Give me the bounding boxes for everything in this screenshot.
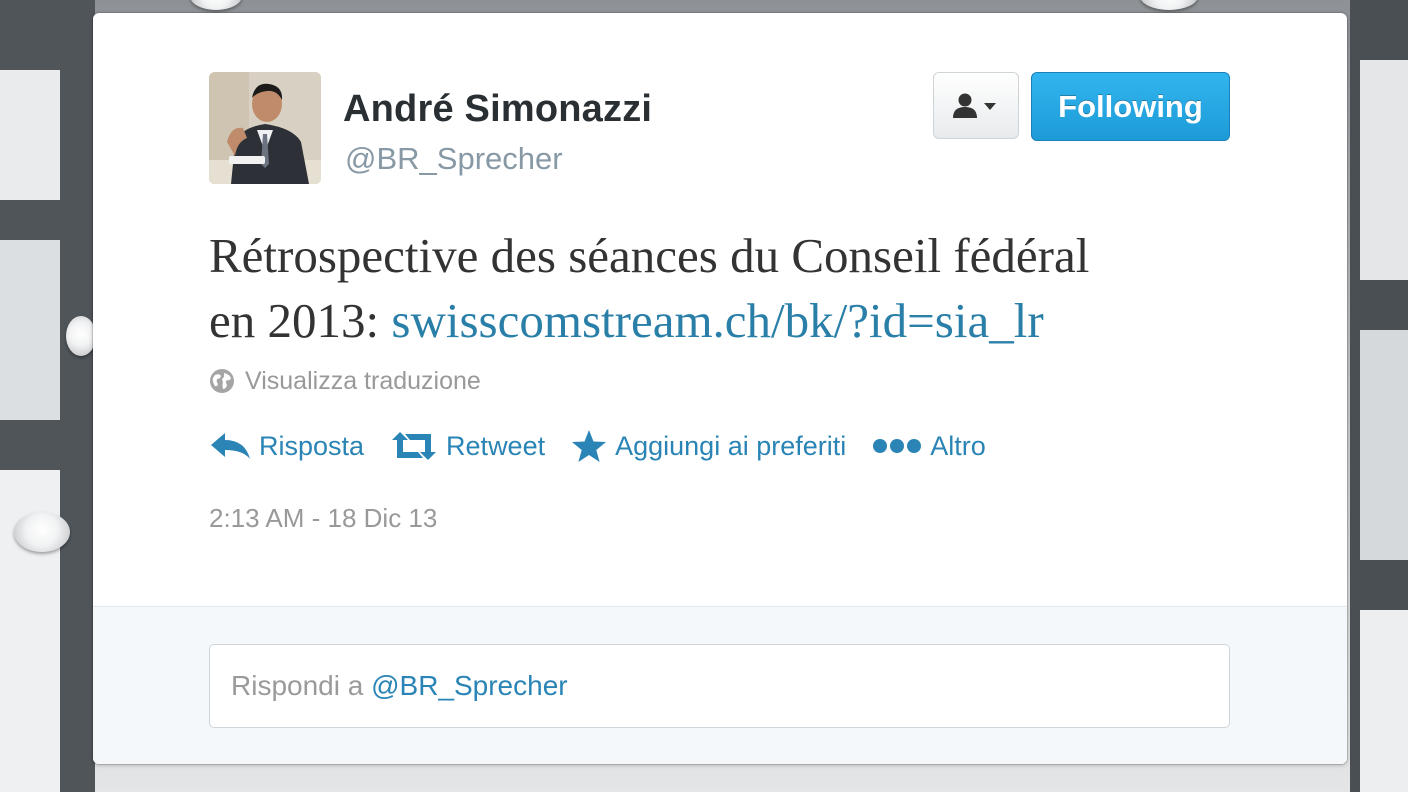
retweet-icon xyxy=(392,432,437,460)
tweet-link[interactable]: swisscomstream.ch/bk/?id=sia_lr xyxy=(391,293,1043,348)
tweet-text: Rétrospective des séances du Conseil féd… xyxy=(209,223,1249,353)
author-handle[interactable]: @BR_Sprecher xyxy=(345,141,563,177)
reply-placeholder-mention: @BR_Sprecher xyxy=(371,670,568,701)
author-avatar[interactable] xyxy=(209,72,321,184)
user-dropdown-icon xyxy=(953,93,996,118)
retweet-action[interactable]: Retweet xyxy=(390,430,545,462)
person-photo-icon xyxy=(209,72,321,184)
favorite-action[interactable]: Aggiungi ai preferiti xyxy=(571,429,846,463)
tweet-timestamp[interactable]: 2:13 AM - 18 Dic 13 xyxy=(209,503,437,534)
reply-action-label: Risposta xyxy=(259,430,365,461)
favorite-action-label: Aggiungi ai preferiti xyxy=(615,430,847,461)
reply-area: Rispondi a @BR_Sprecher xyxy=(93,606,1347,764)
tweet-text-line-2: en 2013: xyxy=(209,293,392,348)
reply-placeholder-prefix: Rispondi a xyxy=(231,670,372,701)
view-translation-label: Visualizza traduzione xyxy=(245,366,481,395)
reply-action[interactable]: Risposta xyxy=(209,431,364,462)
author-name[interactable]: André Simonazzi xyxy=(343,88,652,131)
star-icon xyxy=(572,430,607,462)
more-dots-icon xyxy=(873,439,922,453)
following-button[interactable]: Following xyxy=(1031,72,1230,141)
retweet-action-label: Retweet xyxy=(446,430,546,461)
tweet-text-line-1: Rétrospective des séances du Conseil féd… xyxy=(209,228,1090,283)
reply-arrow-icon xyxy=(211,433,250,459)
more-action-label: Altro xyxy=(930,430,986,461)
tweet-actions: Risposta Retweet Aggiungi ai preferiti A… xyxy=(209,426,1012,466)
view-translation-link[interactable]: Visualizza traduzione xyxy=(209,366,481,396)
globe-icon xyxy=(210,369,234,393)
user-actions-dropdown-button[interactable] xyxy=(933,72,1019,139)
reply-input[interactable]: Rispondi a @BR_Sprecher xyxy=(209,644,1230,728)
more-action[interactable]: Altro xyxy=(872,431,986,462)
tweet-card: André Simonazzi @BR_Sprecher Following R… xyxy=(93,13,1347,764)
